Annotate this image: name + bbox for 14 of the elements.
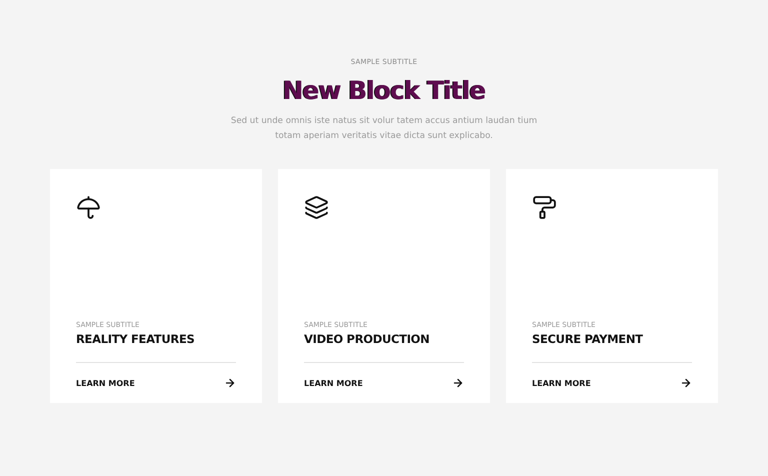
card-title: REALITY FEATURES — [76, 332, 196, 346]
section-title: New Block Title — [282, 75, 486, 107]
section-description: Sed ut unde omnis iste natus sit volur tatem accus antium laudan tium totam aperiam veritatis vitae dicta sunt explicabo. — [230, 115, 538, 142]
learn-more-link[interactable]: LEARN MORE — [532, 378, 591, 388]
umbrella-icon — [76, 195, 101, 220]
card-title: VIDEO PRODUCTION — [304, 332, 430, 346]
card-title: SECURE PAYMENT — [532, 332, 644, 346]
learn-more-link[interactable]: LEARN MORE — [76, 378, 135, 388]
learn-more-link[interactable]: LEARN MORE — [304, 378, 363, 388]
arrow-right-icon[interactable] — [452, 377, 464, 389]
paint-roller-icon — [532, 195, 557, 220]
layers-icon — [304, 195, 329, 220]
arrow-right-icon[interactable] — [680, 377, 692, 389]
arrow-right-icon[interactable] — [224, 377, 236, 389]
